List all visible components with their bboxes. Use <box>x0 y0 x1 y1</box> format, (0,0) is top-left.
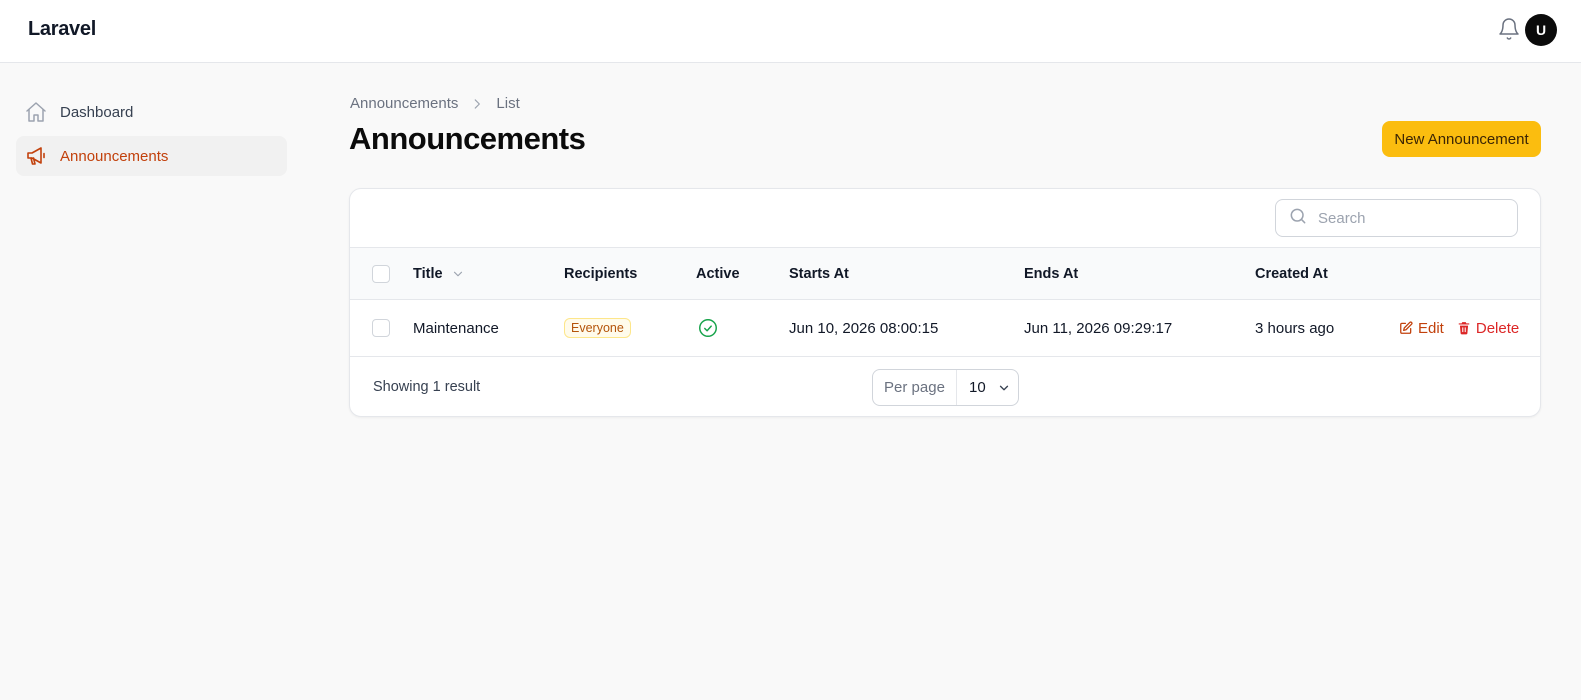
search-input[interactable] <box>1318 209 1508 227</box>
trash-icon <box>1457 321 1476 335</box>
row-select-checkbox[interactable] <box>372 319 390 337</box>
column-header-active: Active <box>696 265 740 282</box>
sidebar-item-label: Announcements <box>60 147 169 165</box>
search-icon <box>1288 206 1308 231</box>
cell-starts-at: Jun 10, 2026 08:00:15 <box>789 319 939 337</box>
edit-label: Edit <box>1418 319 1444 337</box>
announcements-table-card: Title Recipients Active Starts At Ends A… <box>349 188 1541 417</box>
table-header: Title Recipients Active Starts At Ends A… <box>350 248 1540 300</box>
sort-chevron-down-icon <box>451 267 465 281</box>
bell-icon[interactable] <box>1497 17 1521 43</box>
search-box <box>1275 199 1518 237</box>
edit-icon <box>1399 321 1418 335</box>
per-page-value: 10 <box>969 379 986 396</box>
sidebar-item-label: Dashboard <box>60 103 134 121</box>
brand-logo[interactable]: Laravel <box>28 18 96 41</box>
column-header-title[interactable]: Title <box>413 248 465 299</box>
top-navbar: Laravel U <box>0 0 1581 63</box>
home-icon <box>24 100 48 124</box>
per-page-control: Per page 10 <box>872 369 1019 406</box>
sidebar-item-dashboard[interactable]: Dashboard <box>16 92 287 132</box>
table-footer: Showing 1 result Per page 10 <box>350 357 1540 416</box>
recipients-badge: Everyone <box>564 318 631 338</box>
per-page-label: Per page <box>873 370 957 405</box>
edit-action[interactable]: Edit <box>1399 320 1444 337</box>
active-check-circle-icon <box>697 317 719 339</box>
new-announcement-button[interactable]: New Announcement <box>1382 121 1541 157</box>
chevron-down-icon <box>986 381 1011 395</box>
sidebar: Dashboard Announcements <box>16 92 287 180</box>
megaphone-icon <box>24 144 48 168</box>
cell-title: Maintenance <box>413 319 499 337</box>
column-header-ends-at: Ends At <box>1024 265 1079 282</box>
breadcrumb: Announcements List <box>350 95 520 112</box>
results-count: Showing 1 result <box>373 379 481 395</box>
delete-label: Delete <box>1475 319 1520 337</box>
delete-action[interactable]: Delete <box>1457 320 1519 337</box>
per-page-select[interactable]: 10 <box>957 370 1018 405</box>
cell-created-at: 3 hours ago <box>1255 319 1335 337</box>
table-row[interactable]: Maintenance Everyone Jun 10, 2026 08:00:… <box>350 300 1540 357</box>
sidebar-item-announcements[interactable]: Announcements <box>16 136 287 176</box>
column-header-starts-at: Starts At <box>789 265 849 282</box>
user-avatar[interactable]: U <box>1525 14 1557 46</box>
column-header-recipients: Recipients <box>564 265 638 282</box>
column-title-label: Title <box>413 265 443 282</box>
page-title: Announcements <box>349 121 586 156</box>
chevron-right-icon <box>470 97 484 111</box>
select-all-checkbox[interactable] <box>372 264 390 283</box>
breadcrumb-current: List <box>496 95 520 112</box>
cell-ends-at: Jun 11, 2026 09:29:17 <box>1024 319 1173 337</box>
table-toolbar <box>350 189 1540 248</box>
breadcrumb-parent-link[interactable]: Announcements <box>350 95 458 112</box>
column-header-created-at: Created At <box>1255 265 1328 282</box>
